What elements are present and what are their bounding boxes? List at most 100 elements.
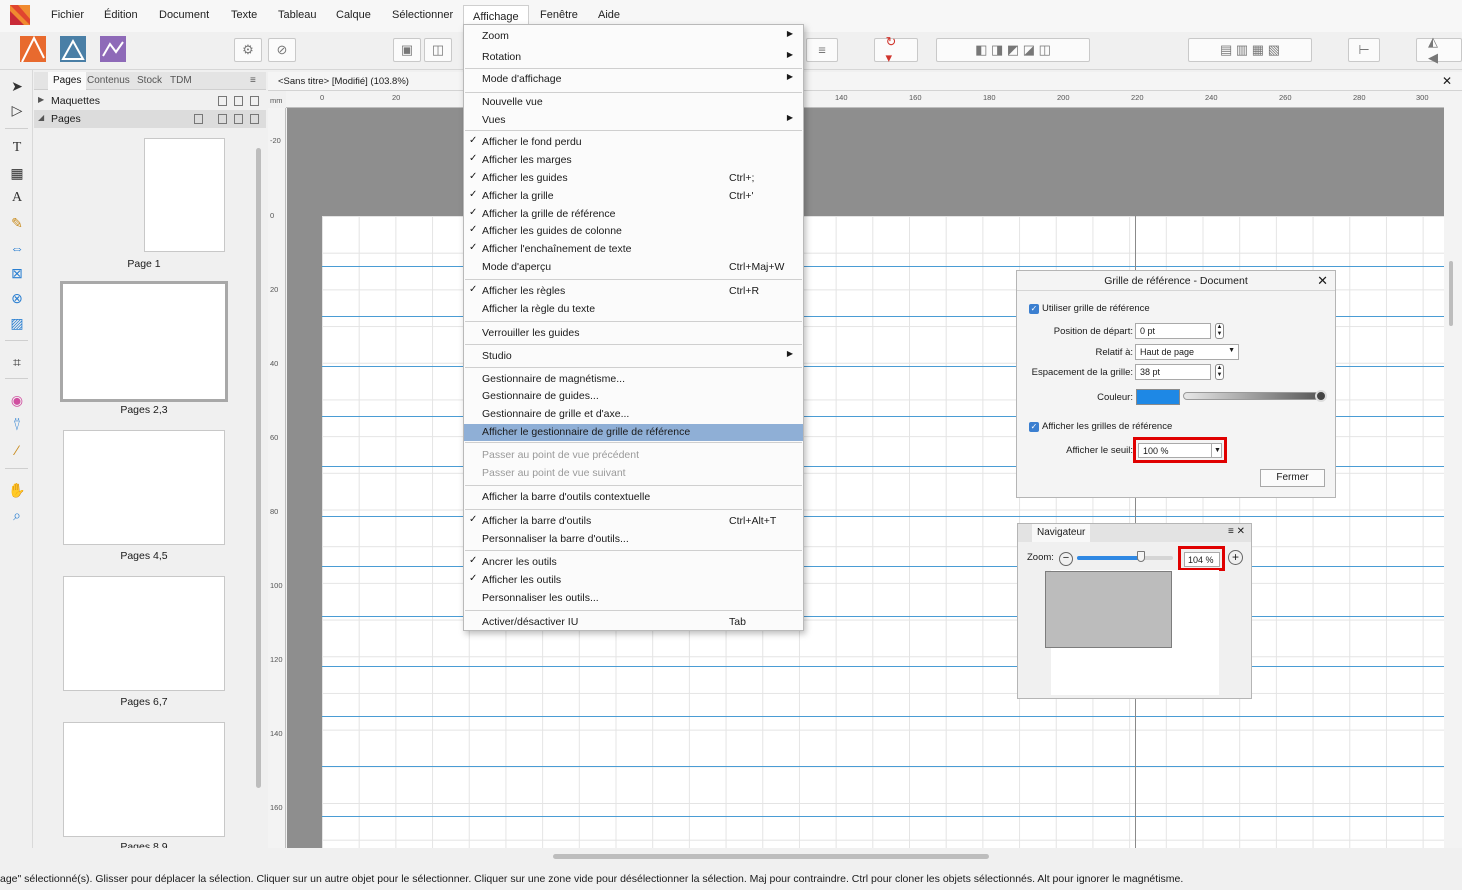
flip-button[interactable]: ◭ ◀ (1416, 34, 1462, 65)
panel-controls-icon[interactable]: ≡ ✕ (1228, 526, 1245, 537)
node-tool-icon[interactable]: ▷ (6, 100, 28, 120)
menu-item-afficher-les-regles[interactable]: ✓ Afficher les règles Ctrl+R (464, 283, 803, 300)
grid-toggle-button[interactable]: ◫ (424, 38, 452, 62)
start-position-input[interactable]: 0 pt (1135, 323, 1211, 339)
menu-fichier[interactable]: Fichier (51, 9, 84, 21)
snapping-button[interactable]: ↻ ▾ (874, 34, 918, 65)
menu-item-zoom[interactable]: Zoom ▶ (464, 28, 803, 45)
add-page-icon[interactable] (218, 114, 227, 124)
menu-item-afficher-les-outils[interactable]: ✓ Afficher les outils (464, 572, 803, 589)
menu-item-personnaliser-la-barre-d-outils[interactable]: Personnaliser la barre d'outils... (464, 531, 803, 548)
menu-item-afficher-les-guides-de-colonne[interactable]: ✓ Afficher les guides de colonne (464, 223, 803, 240)
tab-tdm[interactable]: TDM (170, 75, 192, 86)
page-thumbnail-selected[interactable] (60, 281, 228, 402)
menu-item-vues[interactable]: Vues ▶ (464, 112, 803, 129)
publisher-persona-icon[interactable] (20, 36, 46, 62)
grid-spacing-input[interactable]: 38 pt (1135, 364, 1211, 380)
menu-item-afficher-la-regle-du-texte[interactable]: Afficher la règle du texte (464, 301, 803, 318)
cog-button[interactable]: ⚙ (234, 38, 262, 62)
zoom-tool-icon[interactable]: ⌕ (6, 505, 28, 525)
picture-frame-tool-icon[interactable]: ⊠ (6, 263, 28, 283)
menu-item-afficher-le-gestionnaire-de-grille-de-reference[interactable]: Afficher le gestionnaire de grille de ré… (464, 424, 803, 441)
pen-tool-icon[interactable]: ✎ (6, 213, 28, 233)
collapse-arrow-icon[interactable]: ◢ (38, 113, 44, 122)
page-thumbnail[interactable] (63, 576, 225, 691)
relative-to-select[interactable]: Haut de page ▼ (1135, 344, 1239, 360)
menu-item-afficher-la-barre-d-outils[interactable]: ✓ Afficher la barre d'outils Ctrl+Alt+T (464, 513, 803, 530)
zoom-out-icon[interactable]: − (1059, 552, 1073, 566)
menu-item-afficher-les-guides[interactable]: ✓ Afficher les guides Ctrl+; (464, 170, 803, 187)
opacity-slider[interactable] (1183, 392, 1323, 400)
menu-edition[interactable]: Édition (104, 9, 138, 21)
menu-item-afficher-le-fond-perdu[interactable]: ✓ Afficher le fond perdu (464, 134, 803, 151)
menu-item-afficher-la-barre-d-outils-contextuelle[interactable]: Afficher la barre d'outils contextuelle (464, 489, 803, 506)
menu-item-mode-d-apercu[interactable]: Mode d'aperçu Ctrl+Maj+W (464, 259, 803, 276)
menu-item-studio[interactable]: Studio ▶ (464, 348, 803, 365)
panel-menu-icon[interactable]: ≡ (250, 75, 256, 86)
vertical-scrollbar[interactable] (1444, 91, 1462, 848)
menu-calque[interactable]: Calque (336, 9, 371, 21)
zoom-in-icon[interactable]: + (1228, 550, 1243, 565)
tab-stock[interactable]: Stock (137, 75, 162, 86)
close-icon[interactable]: ✕ (1317, 273, 1328, 289)
transparency-gradient-tool-icon[interactable]: ⍢ (6, 415, 28, 435)
duplicate-master-icon[interactable] (234, 96, 243, 106)
opacity-slider-handle[interactable] (1315, 390, 1327, 402)
menu-item-verrouiller-les-guides[interactable]: Verrouiller les guides (464, 325, 803, 342)
preflight-button[interactable]: ⊘ (268, 38, 296, 62)
vertical-ruler[interactable]: -20 0 20 40 60 80 100 120 140 160 (268, 108, 286, 848)
menu-document[interactable]: Document (159, 9, 209, 21)
menu-item-gestionnaire-de-guides[interactable]: Gestionnaire de guides... (464, 388, 803, 405)
menu-item-gestionnaire-de-magnetisme[interactable]: Gestionnaire de magnétisme... (464, 371, 803, 388)
crop-tool-icon[interactable]: ⌗ (6, 352, 28, 372)
affinity-publisher-logo-icon[interactable] (10, 5, 30, 25)
menu-selectionner[interactable]: Sélectionner (392, 9, 453, 21)
delete-master-icon[interactable] (250, 96, 259, 106)
arrange-group[interactable]: ▤ ▥ ▦ ▧ (1188, 38, 1312, 62)
show-grids-checkbox[interactable]: ✓ (1029, 422, 1039, 432)
zoom-slider[interactable] (1077, 556, 1173, 560)
scroll-thumb[interactable] (1449, 261, 1453, 326)
tree-row-masters[interactable]: ▶ Maquettes (34, 92, 266, 110)
menu-item-personnaliser-les-outils[interactable]: Personnaliser les outils... (464, 590, 803, 607)
close-document-icon[interactable]: ✕ (1442, 74, 1452, 88)
menu-item-ancrer-les-outils[interactable]: ✓ Ancrer les outils (464, 554, 803, 571)
page-settings-icon[interactable] (194, 114, 203, 124)
pages-scrollbar[interactable] (256, 148, 261, 788)
align-text-button[interactable]: ≡ (806, 38, 838, 62)
hand-tool-icon[interactable]: ✋ (6, 480, 28, 500)
menu-item-nouvelle-vue[interactable]: Nouvelle vue (464, 94, 803, 111)
menu-item-afficher-la-grille-de-reference[interactable]: ✓ Afficher la grille de référence (464, 206, 803, 223)
designer-persona-icon[interactable] (60, 36, 86, 62)
frame-text-tool-icon[interactable]: T (6, 138, 28, 158)
ellipse-frame-tool-icon[interactable]: ⊗ (6, 288, 28, 308)
start-position-stepper[interactable]: ▲ ▼ (1215, 323, 1224, 339)
menu-item-rotation[interactable]: Rotation ▶ (464, 49, 803, 66)
close-button[interactable]: Fermer (1260, 469, 1325, 487)
align-button[interactable]: ⊢ (1348, 38, 1380, 62)
grid-spacing-stepper[interactable]: ▲ ▼ (1215, 364, 1224, 380)
page-thumbnail[interactable] (63, 722, 225, 837)
color-picker-tool-icon[interactable]: ⁄ (6, 440, 28, 460)
menu-item-gestionnaire-de-grille-et-d-axe[interactable]: Gestionnaire de grille et d'axe... (464, 406, 803, 423)
delete-page-icon[interactable] (250, 114, 259, 124)
fill-tool-icon[interactable]: ◉ (6, 390, 28, 410)
menu-aide[interactable]: Aide (598, 9, 620, 21)
tree-row-pages[interactable]: ◢ Pages (34, 110, 266, 128)
navigator-tab[interactable]: Navigateur (1032, 524, 1091, 542)
move-tool-icon[interactable]: ➤ (6, 76, 28, 96)
menu-item-activer-desactiver-iu[interactable]: Activer/désactiver IU Tab (464, 614, 803, 631)
scroll-thumb[interactable] (553, 854, 989, 859)
menu-item-mode-d-affichage[interactable]: Mode d'affichage ▶ (464, 71, 803, 88)
page-thumbnail[interactable] (63, 430, 225, 545)
use-grid-checkbox[interactable]: ✓ (1029, 304, 1039, 314)
color-swatch[interactable] (1136, 389, 1180, 405)
page-thumbnail[interactable] (144, 138, 225, 252)
document-tab[interactable]: <Sans titre> [Modifié] (103.8%) ✕ (268, 72, 1462, 91)
table-tool-icon[interactable]: ▦ (6, 163, 28, 183)
frame-button[interactable]: ▣ (393, 38, 421, 62)
horizontal-ruler[interactable]: 0 20 140 160 180 200 220 240 260 280 300 (286, 91, 1444, 108)
zoom-slider-handle[interactable] (1137, 551, 1146, 562)
tab-contenus[interactable]: Contenus (87, 75, 130, 86)
menu-fenetre[interactable]: Fenêtre (540, 9, 578, 21)
